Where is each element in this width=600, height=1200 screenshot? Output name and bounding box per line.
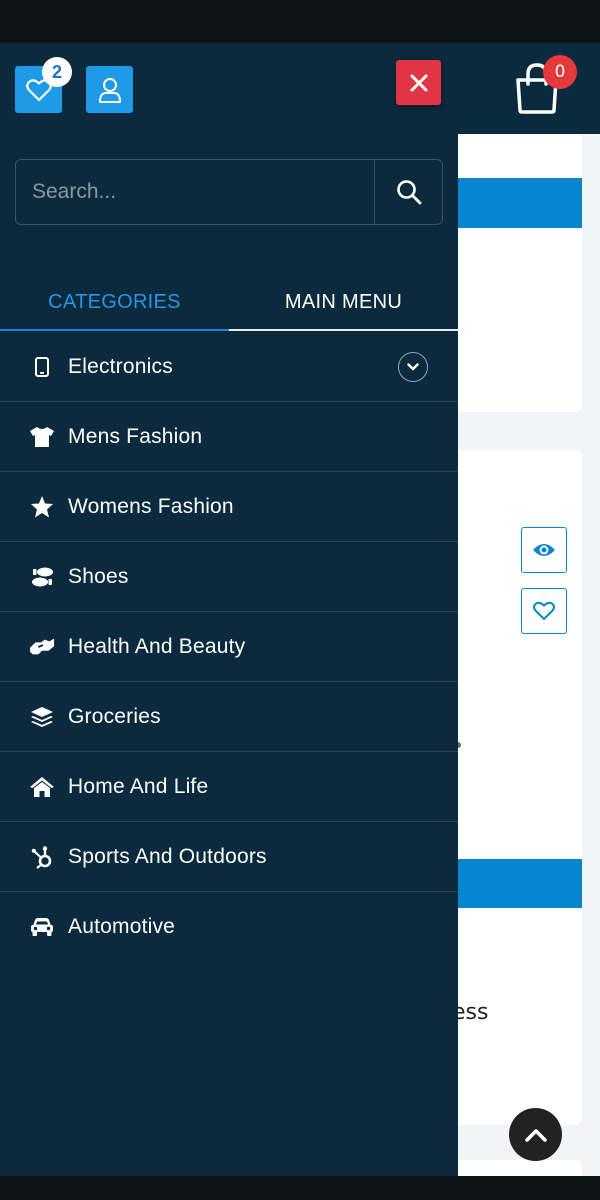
category-item-sports-and-outdoors[interactable]: Sports And Outdoors bbox=[0, 822, 458, 892]
tab-categories[interactable]: CATEGORIES bbox=[0, 275, 229, 331]
eye-icon bbox=[533, 544, 555, 556]
search-form bbox=[15, 159, 443, 225]
category-label: Electronics bbox=[68, 354, 173, 378]
category-label: Groceries bbox=[68, 704, 161, 728]
tab-main-menu[interactable]: MAIN MENU bbox=[229, 275, 458, 331]
user-icon bbox=[98, 77, 121, 103]
search-icon bbox=[396, 180, 421, 205]
category-item-home-and-life[interactable]: Home And Life bbox=[0, 752, 458, 822]
chevron-up-icon bbox=[524, 1128, 547, 1142]
category-label: Home And Life bbox=[68, 774, 209, 798]
wishlist-count-badge: 2 bbox=[42, 57, 72, 87]
search-input[interactable] bbox=[16, 160, 374, 224]
category-item-automotive[interactable]: Automotive bbox=[0, 892, 458, 962]
navigation-bar bbox=[0, 1176, 600, 1200]
add-to-wishlist-button[interactable] bbox=[521, 588, 567, 634]
category-label: Shoes bbox=[68, 564, 129, 588]
cart-count-badge: 0 bbox=[543, 55, 577, 89]
add-to-cart-strip[interactable] bbox=[440, 859, 582, 908]
chevron-down-icon bbox=[407, 363, 419, 371]
tshirt-icon bbox=[29, 424, 55, 450]
expand-submenu-button[interactable] bbox=[398, 352, 428, 382]
category-item-mens-fashion[interactable]: Mens Fashion bbox=[0, 402, 458, 472]
category-label: Mens Fashion bbox=[68, 424, 203, 448]
account-button[interactable] bbox=[86, 66, 133, 113]
heart-icon bbox=[533, 601, 555, 620]
close-icon bbox=[410, 74, 427, 91]
category-label: Sports And Outdoors bbox=[68, 844, 267, 868]
category-item-groceries[interactable]: Groceries bbox=[0, 682, 458, 752]
category-item-womens-fashion[interactable]: Womens Fashion bbox=[0, 472, 458, 542]
hands-helping-icon bbox=[29, 634, 55, 660]
category-label: Womens Fashion bbox=[68, 494, 234, 518]
category-label: Automotive bbox=[68, 915, 176, 938]
category-item-health-and-beauty[interactable]: Health And Beauty bbox=[0, 612, 458, 682]
status-bar bbox=[0, 0, 600, 43]
drawer-tabs: CATEGORIES MAIN MENU bbox=[0, 275, 458, 331]
category-list: Electronics Mens Fashion Womens Fashion … bbox=[0, 332, 458, 962]
product-card bbox=[440, 134, 582, 412]
quick-view-button[interactable] bbox=[521, 527, 567, 573]
scroll-to-top-button[interactable] bbox=[509, 1108, 562, 1161]
category-label: Health And Beauty bbox=[68, 634, 246, 658]
category-item-shoes[interactable]: Shoes bbox=[0, 542, 458, 612]
add-to-cart-strip[interactable] bbox=[440, 178, 582, 228]
category-item-electronics[interactable]: Electronics bbox=[0, 332, 458, 402]
car-icon bbox=[29, 914, 55, 940]
layers-icon bbox=[29, 704, 55, 730]
shoe-prints-icon bbox=[29, 564, 55, 590]
star-icon bbox=[29, 494, 55, 520]
home-icon bbox=[29, 774, 55, 800]
side-drawer: 2 CATEGORIES MAIN MENU Electronics bbox=[0, 43, 458, 1176]
search-button[interactable] bbox=[374, 160, 442, 224]
close-drawer-button[interactable] bbox=[396, 60, 441, 105]
mobile-icon bbox=[29, 354, 55, 380]
hubspot-icon bbox=[29, 844, 55, 870]
